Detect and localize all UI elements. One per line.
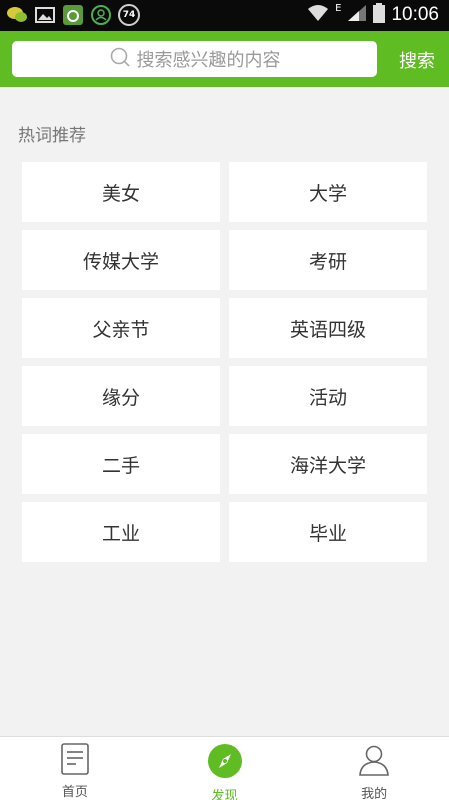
contact-icon [90,4,112,26]
hot-word-item[interactable]: 缘分 [22,366,220,426]
compass-icon [207,743,243,783]
hot-word-item[interactable]: 父亲节 [22,298,220,358]
bottom-nav: 首页 发现 我的 [0,736,449,800]
hot-word-item[interactable]: 工业 [22,502,220,562]
wifi-icon [307,4,329,26]
search-input[interactable]: 搜索感兴趣的内容 [12,41,377,77]
search-header: 搜索感兴趣的内容 搜索 [0,31,449,87]
hot-word-item[interactable]: 毕业 [229,502,427,562]
hot-word-item[interactable]: 海洋大学 [229,434,427,494]
document-icon [60,743,90,779]
signal-icon [347,4,367,26]
badge-icon: 74 [118,4,140,26]
nav-label: 首页 [61,785,88,800]
gallery-icon [34,4,56,26]
hot-words-title: 热词推荐 [18,126,86,146]
hot-word-item[interactable]: 大学 [229,162,427,222]
hot-word-item[interactable]: 二手 [22,434,220,494]
status-bar: 74 E 10:06 [0,0,449,31]
search-button[interactable]: 搜索 [399,47,435,73]
app-icon [62,4,84,26]
network-type: E [335,3,342,14]
nav-item-mine[interactable]: 我的 [299,737,449,800]
wechat-icon [6,4,28,26]
nav-item-home[interactable]: 首页 [0,737,150,800]
search-icon [109,46,131,72]
nav-item-discover[interactable]: 发现 [150,737,300,800]
hot-word-item[interactable]: 美女 [22,162,220,222]
hot-word-item[interactable]: 活动 [229,366,427,426]
user-icon [357,743,391,781]
nav-label: 发现 [211,789,238,800]
hot-word-item[interactable]: 英语四级 [229,298,427,358]
hot-words-grid: 美女 大学 传媒大学 考研 父亲节 英语四级 缘分 活动 二手 海洋大学 工业 … [22,162,427,562]
battery-icon [373,3,386,27]
hot-word-item[interactable]: 考研 [229,230,427,290]
clock: 10:06 [391,4,439,25]
hot-word-item[interactable]: 传媒大学 [22,230,220,290]
search-placeholder: 搜索感兴趣的内容 [136,50,281,71]
nav-label: 我的 [361,787,388,800]
